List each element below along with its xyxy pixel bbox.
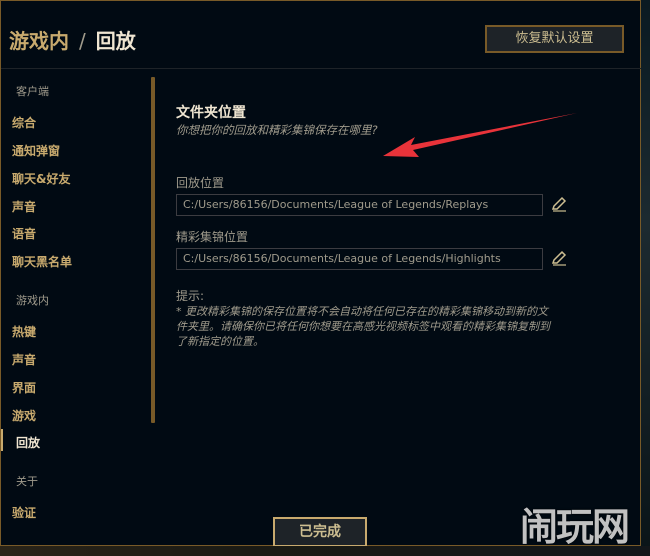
edit-replay-path-pencil-icon[interactable] xyxy=(551,196,567,212)
breadcrumb-parent[interactable]: 游戏内 xyxy=(9,29,69,53)
sidebar-item-chat-friends[interactable]: 聊天&好友 xyxy=(12,170,70,187)
sidebar-item-replays[interactable]: 回放 xyxy=(16,434,40,451)
sidebar-item-ingame-sound[interactable]: 声音 xyxy=(12,351,36,368)
section-subtitle: 你想把你的回放和精彩集锦保存在哪里? xyxy=(176,123,378,137)
done-button[interactable]: 已完成 xyxy=(273,517,367,547)
sidebar-section-about: 关于 xyxy=(16,475,38,488)
sidebar-active-indicator xyxy=(1,429,3,451)
section-title: 文件夹位置 xyxy=(176,105,246,121)
sidebar-item-hotkeys[interactable]: 热键 xyxy=(12,323,36,340)
settings-window: 游戏内 / 回放 恢复默认设置 客户端 综合 通知弹窗 聊天&好友 声音 语音 聊天… xyxy=(0,0,641,547)
replay-path-field[interactable]: C:/Users/86156/Documents/League of Legen… xyxy=(176,194,543,216)
highlights-path-field[interactable]: C:/Users/86156/Documents/League of Legen… xyxy=(176,248,543,270)
hint-text: * 更改精彩集锦的保存位置将不会自动将任何已存在的精彩集锦移动到新的文件夹里。请… xyxy=(176,305,550,348)
sidebar-item-chat-blocklist[interactable]: 聊天黑名单 xyxy=(12,253,72,270)
reset-defaults-button[interactable]: 恢复默认设置 xyxy=(485,25,624,53)
sidebar-section-ingame: 游戏内 xyxy=(16,294,49,307)
sidebar-item-notifications[interactable]: 通知弹窗 xyxy=(12,142,60,159)
hint-label: 提示: xyxy=(176,289,205,303)
background-edge-right xyxy=(641,0,650,556)
replay-location-label: 回放位置 xyxy=(176,176,225,190)
highlights-location-label: 精彩集锦位置 xyxy=(176,230,249,244)
sidebar-item-interface[interactable]: 界面 xyxy=(12,379,36,396)
site-watermark: 闹玩网 xyxy=(520,505,630,549)
breadcrumb-current: 回放 xyxy=(95,29,136,53)
sidebar-item-client-sound[interactable]: 声音 xyxy=(12,198,36,215)
breadcrumb: 游戏内 / 回放 xyxy=(9,25,136,54)
edit-highlights-path-pencil-icon[interactable] xyxy=(551,250,567,266)
sidebar-section-client: 客户端 xyxy=(16,85,49,98)
sidebar-item-verification[interactable]: 验证 xyxy=(12,504,36,521)
sidebar-scrollbar[interactable] xyxy=(151,77,155,423)
breadcrumb-separator: / xyxy=(79,29,86,53)
sidebar-item-voice[interactable]: 语音 xyxy=(12,225,36,242)
red-arrow-annotation xyxy=(383,113,577,157)
header-divider xyxy=(1,68,641,69)
sidebar-item-game[interactable]: 游戏 xyxy=(12,407,36,424)
sidebar-item-general[interactable]: 综合 xyxy=(12,114,36,131)
